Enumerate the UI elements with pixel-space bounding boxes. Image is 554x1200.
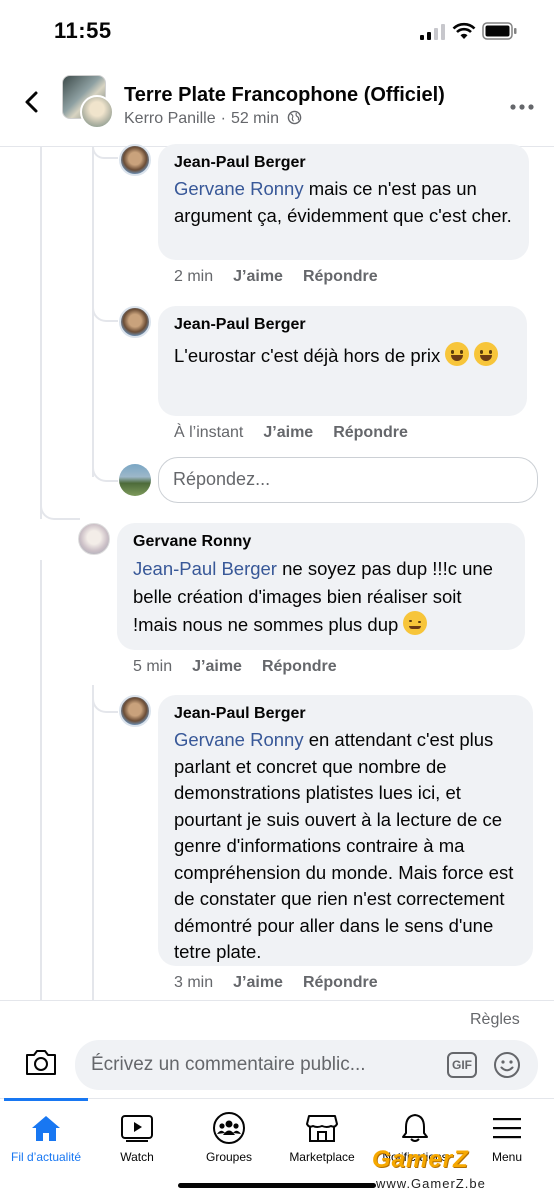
smiley-icon	[494, 1052, 520, 1078]
comment-author[interactable]: Jean-Paul Berger	[174, 154, 513, 172]
globe-icon	[288, 110, 302, 125]
like-button[interactable]: J’aime	[233, 268, 283, 285]
avatar[interactable]	[119, 695, 151, 727]
reply-button[interactable]: Répondre	[262, 658, 337, 675]
rules-link[interactable]: Règles	[470, 1011, 520, 1029]
mention-link[interactable]: Jean-Paul Berger	[133, 558, 277, 579]
like-button[interactable]: J’aime	[263, 424, 313, 441]
comment-time: À l’instant	[174, 424, 244, 441]
poster-name[interactable]: Kerro Panille	[124, 110, 216, 127]
shop-icon	[306, 1115, 338, 1142]
post-meta: Kerro Panille · 52 min	[124, 110, 302, 128]
comment-bubble[interactable]: Gervane Ronny Jean-Paul Berger ne soyez …	[117, 523, 525, 650]
comment-author[interactable]: Jean-Paul Berger	[174, 705, 517, 723]
group-name[interactable]: Terre Plate Francophone (Officiel)	[124, 84, 445, 107]
watermark-url: www.GamerZ.be	[376, 1176, 486, 1191]
home-indicator	[178, 1183, 376, 1188]
thread-line-root-lower	[40, 560, 42, 1000]
current-user-avatar[interactable]	[119, 464, 151, 496]
signal-icon	[420, 24, 446, 45]
chevron-left-icon	[25, 91, 38, 113]
comment-bubble[interactable]: Jean-Paul Berger L'eurostar c'est déjà h…	[158, 306, 527, 416]
back-button[interactable]	[18, 88, 46, 116]
mention-link[interactable]: Gervane Ronny	[174, 729, 304, 750]
thread-line-root	[40, 147, 42, 519]
like-button[interactable]: J’aime	[233, 974, 283, 991]
reply-button[interactable]: Répondre	[303, 974, 378, 991]
thread-curve-root	[40, 490, 80, 520]
gif-icon: GIF	[452, 1058, 472, 1072]
mention-link[interactable]: Gervane Ronny	[174, 178, 304, 199]
comment-text: Jean-Paul Berger ne soyez pas dup !!!c u…	[133, 558, 493, 635]
wink-emoji-icon	[403, 611, 428, 635]
comment-author[interactable]: Jean-Paul Berger	[174, 316, 511, 334]
comment-actions: 5 min J’aime Répondre	[133, 658, 337, 676]
thread-curve-2	[92, 290, 118, 322]
battery-icon	[482, 21, 518, 46]
comment-actions: 2 min J’aime Répondre	[174, 268, 378, 286]
groups-icon	[213, 1112, 245, 1144]
laughing-emoji-icon	[445, 342, 470, 366]
thread-curve-3	[92, 450, 118, 482]
avatar[interactable]	[119, 144, 151, 176]
comment-text: Gervane Ronny mais ce n'est pas un argum…	[174, 178, 512, 226]
composer-divider	[0, 1000, 554, 1001]
comment-text: L'eurostar c'est déjà hors de prix	[174, 338, 511, 374]
comment-time: 2 min	[174, 268, 214, 285]
menu-icon	[493, 1118, 521, 1139]
avatar[interactable]	[78, 523, 110, 555]
laughing-emoji-icon	[474, 342, 499, 366]
comment-actions: À l’instant J’aime Répondre	[174, 424, 408, 442]
comment-bubble[interactable]: Jean-Paul Berger Gervane Ronny en attend…	[158, 695, 533, 966]
comment-bubble[interactable]: Jean-Paul Berger Gervane Ronny mais ce n…	[158, 144, 529, 260]
comment-time: 3 min	[174, 974, 214, 991]
more-dots-icon	[510, 104, 534, 110]
gif-button[interactable]: GIF	[447, 1052, 477, 1078]
reply-input[interactable]: Répondez...	[158, 457, 538, 503]
bell-icon	[402, 1114, 428, 1142]
reply-button[interactable]: Répondre	[333, 424, 408, 441]
watermark-logo: GamerZ	[372, 1146, 469, 1173]
reply-button[interactable]: Répondre	[303, 268, 378, 285]
home-icon	[32, 1116, 60, 1141]
comment-time: 5 min	[133, 658, 173, 675]
thread-line-reply-2	[92, 685, 94, 1000]
like-button[interactable]: J’aime	[192, 658, 242, 675]
comment-text: Gervane Ronny en attendant c'est plus pa…	[174, 729, 514, 962]
wifi-icon	[452, 22, 476, 45]
thread-curve-1	[92, 147, 118, 159]
camera-button[interactable]	[24, 1047, 58, 1082]
status-time: 11:55	[54, 18, 112, 43]
video-icon	[121, 1115, 153, 1142]
emoji-button[interactable]	[493, 1051, 521, 1084]
camera-icon	[26, 1050, 56, 1075]
post-time: 52 min	[230, 110, 279, 127]
comment-author[interactable]: Gervane Ronny	[133, 533, 509, 551]
active-tab-indicator	[4, 1098, 88, 1101]
comment-actions: 3 min J’aime Répondre	[174, 974, 378, 992]
more-options-button[interactable]	[510, 98, 534, 116]
thread-curve-4	[92, 685, 118, 713]
avatar[interactable]	[119, 306, 151, 338]
group-avatar[interactable]	[62, 75, 114, 129]
